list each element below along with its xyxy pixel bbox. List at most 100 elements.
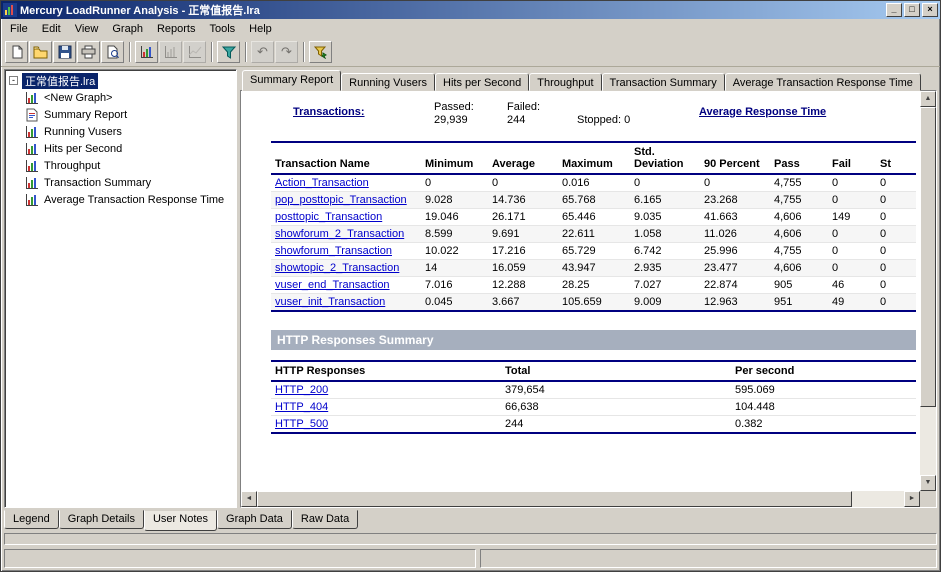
tree-container: -正常值报告.lra<New Graph>Summary ReportRunni… xyxy=(7,72,234,208)
horizontal-scroll-track[interactable] xyxy=(257,491,904,507)
vertical-scroll-thumb[interactable] xyxy=(920,107,936,407)
new-button[interactable] xyxy=(5,41,28,63)
transaction-link[interactable]: vuser_init_Transaction xyxy=(275,296,385,308)
average-response-time-link[interactable]: Average Response Time xyxy=(699,106,916,118)
transactions-table-head: Transaction NameMinimumAverageMaximumStd… xyxy=(271,142,916,174)
transaction-link[interactable]: pop_posttopic_Transaction xyxy=(275,194,407,206)
transaction-link[interactable]: showforum_Transaction xyxy=(275,245,392,257)
tree-item-average-transaction-response-time[interactable]: Average Transaction Response Time xyxy=(7,191,234,208)
transaction-row: showforum_2_Transaction8.5999.69122.6111… xyxy=(271,226,916,243)
transaction-row: vuser_end_Transaction7.01612.28828.257.0… xyxy=(271,277,916,294)
vertical-scrollbar[interactable]: ▲ ▼ xyxy=(920,91,936,491)
passed-label: Passed: xyxy=(434,101,507,114)
app-icon xyxy=(3,3,17,17)
title-bar: Mercury LoadRunner Analysis - 正常值报告.lra … xyxy=(1,1,940,19)
report-area: Transactions: Passed: 29,939 Failed: 244… xyxy=(240,90,937,508)
tree-item-transaction-summary[interactable]: Transaction Summary xyxy=(7,174,234,191)
tab-running-vusers[interactable]: Running Vusers xyxy=(341,73,435,91)
column-header-fail: Fail xyxy=(828,142,876,174)
transaction-link[interactable]: posttopic_Transaction xyxy=(275,211,382,223)
bottom-tab-legend[interactable]: Legend xyxy=(4,510,59,529)
undo-button[interactable]: ↶ xyxy=(251,41,274,63)
print-button[interactable] xyxy=(77,41,100,63)
transaction-row: posttopic_Transaction19.04626.17165.4469… xyxy=(271,209,916,226)
bottom-tab-graph-details[interactable]: Graph Details xyxy=(59,510,144,529)
vertical-scroll-track[interactable] xyxy=(920,107,936,475)
graph-icon xyxy=(25,176,40,190)
transactions-table-body: Action_Transaction000.016004,75500pop_po… xyxy=(271,174,916,311)
menu-item-file[interactable]: File xyxy=(3,21,35,37)
transaction-row: showtopic_2_Transaction1416.05943.9472.9… xyxy=(271,260,916,277)
new-graph-button[interactable] xyxy=(135,41,158,63)
column-header-maximum: Maximum xyxy=(558,142,630,174)
column-header-90-percent: 90 Percent xyxy=(700,142,770,174)
menu-item-edit[interactable]: Edit xyxy=(35,21,68,37)
transaction-link[interactable]: Action_Transaction xyxy=(275,177,369,189)
scroll-left-icon[interactable]: ◄ xyxy=(241,491,257,507)
http-response-link[interactable]: HTTP_404 xyxy=(275,401,328,413)
merge-graph-button[interactable] xyxy=(159,41,182,63)
horizontal-scroll-thumb[interactable] xyxy=(257,491,852,507)
redo-button[interactable]: ↷ xyxy=(275,41,298,63)
transaction-row: pop_posttopic_Transaction9.02814.73665.7… xyxy=(271,192,916,209)
tree-item-new-graph[interactable]: <New Graph> xyxy=(7,89,234,106)
global-filter-button[interactable] xyxy=(309,41,332,63)
tab-throughput[interactable]: Throughput xyxy=(529,73,601,91)
app-window: Mercury LoadRunner Analysis - 正常值报告.lra … xyxy=(0,0,941,572)
menu-item-help[interactable]: Help xyxy=(242,21,279,37)
tree-item-running-vusers[interactable]: Running Vusers xyxy=(7,123,234,140)
scroll-right-icon[interactable]: ► xyxy=(904,491,920,507)
transaction-link[interactable]: showforum_2_Transaction xyxy=(275,228,404,240)
http-row: HTTP_5002440.382 xyxy=(271,416,916,434)
maximize-button[interactable]: □ xyxy=(904,3,920,17)
tab-summary-report[interactable]: Summary Report xyxy=(242,70,341,91)
transaction-link[interactable]: showtopic_2_Transaction xyxy=(275,262,399,274)
tab-average-transaction-response-time[interactable]: Average Transaction Response Time xyxy=(725,73,921,91)
tree-collapse-icon[interactable]: - xyxy=(9,76,18,85)
column-header-minimum: Minimum xyxy=(421,142,488,174)
tree-item-hits-per-second[interactable]: Hits per Second xyxy=(7,140,234,157)
menu-item-tools[interactable]: Tools xyxy=(202,21,242,37)
tree-root-item[interactable]: -正常值报告.lra xyxy=(7,72,234,89)
scroll-down-icon[interactable]: ▼ xyxy=(920,475,936,491)
transactions-header-link[interactable]: Transactions: xyxy=(271,106,434,118)
status-bar xyxy=(1,547,940,571)
transaction-link[interactable]: vuser_end_Transaction xyxy=(275,279,390,291)
tab-bar: Summary ReportRunning VusersHits per Sec… xyxy=(240,69,937,90)
close-button[interactable]: × xyxy=(922,3,938,17)
filter-button[interactable] xyxy=(217,41,240,63)
overlay-graph-button[interactable] xyxy=(183,41,206,63)
tab-transaction-summary[interactable]: Transaction Summary xyxy=(602,73,725,91)
http-response-link[interactable]: HTTP_200 xyxy=(275,384,328,396)
tree-item-throughput[interactable]: Throughput xyxy=(7,157,234,174)
notes-panel xyxy=(4,533,937,545)
menu-item-graph[interactable]: Graph xyxy=(105,21,150,37)
horizontal-scrollbar[interactable]: ◄ ► xyxy=(241,491,920,507)
print-preview-button[interactable] xyxy=(101,41,124,63)
failed-summary: Failed: 244 xyxy=(507,101,577,127)
http-response-link[interactable]: HTTP_500 xyxy=(275,418,328,430)
minimize-button[interactable]: _ xyxy=(886,3,902,17)
bottom-tab-user-notes[interactable]: User Notes xyxy=(144,510,217,531)
open-button[interactable] xyxy=(29,41,52,63)
transaction-row: vuser_init_Transaction0.0453.667105.6599… xyxy=(271,294,916,312)
menu-item-view[interactable]: View xyxy=(68,21,106,37)
sidebar-tree: -正常值报告.lra<New Graph>Summary ReportRunni… xyxy=(4,69,237,508)
transaction-row: showforum_Transaction10.02217.21665.7296… xyxy=(271,243,916,260)
save-button[interactable] xyxy=(53,41,76,63)
http-responses-table: HTTP ResponsesTotalPer second HTTP_20037… xyxy=(271,360,916,434)
tab-hits-per-second[interactable]: Hits per Second xyxy=(435,73,529,91)
http-row: HTTP_40466,638104.448 xyxy=(271,399,916,416)
http-table-head: HTTP ResponsesTotalPer second xyxy=(271,361,916,381)
failed-value: 244 xyxy=(507,114,577,127)
bottom-tab-graph-data[interactable]: Graph Data xyxy=(217,510,292,529)
column-header-http-responses: HTTP Responses xyxy=(271,361,501,381)
graph-icon xyxy=(25,142,40,156)
http-header-row: HTTP ResponsesTotalPer second xyxy=(271,361,916,381)
bottom-tab-raw-data[interactable]: Raw Data xyxy=(292,510,358,529)
graph-icon xyxy=(25,193,40,207)
scrollbar-corner xyxy=(920,491,936,507)
menu-item-reports[interactable]: Reports xyxy=(150,21,203,37)
tree-item-summary-report[interactable]: Summary Report xyxy=(7,106,234,123)
scroll-up-icon[interactable]: ▲ xyxy=(920,91,936,107)
